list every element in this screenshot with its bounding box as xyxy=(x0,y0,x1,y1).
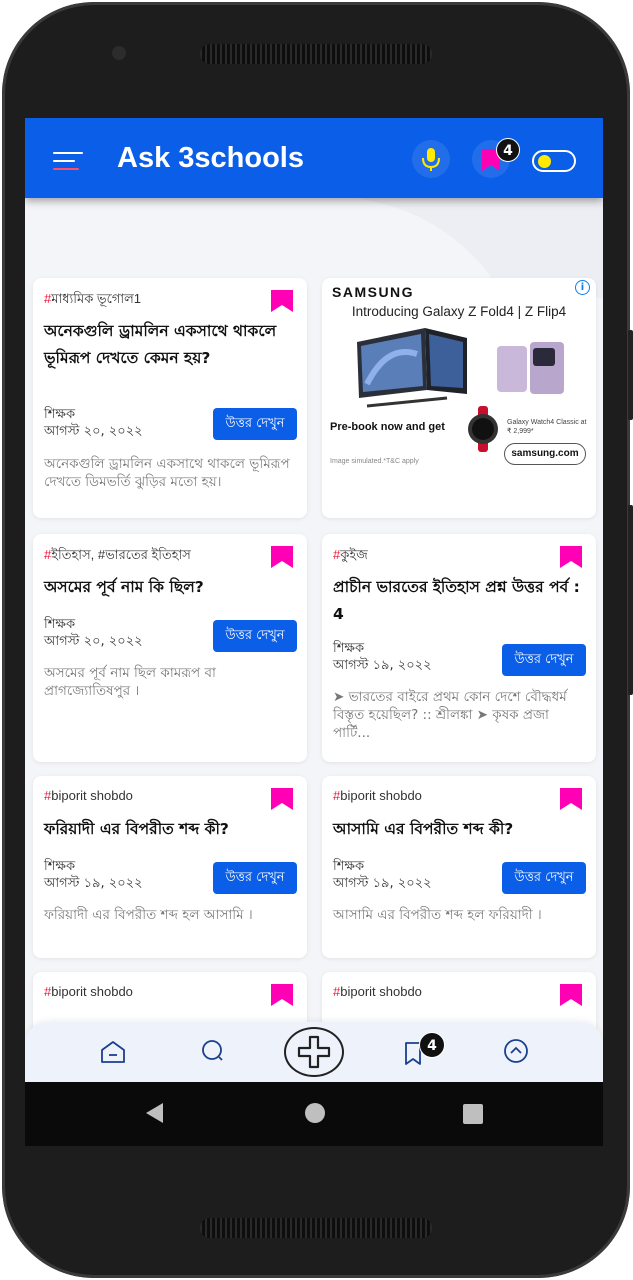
date: আগস্ট ১৯, ২০২২ xyxy=(333,658,432,673)
card-meta: শিক্ষক আগস্ট ১৯, ২০২২ xyxy=(44,858,143,892)
bookmark-icon[interactable] xyxy=(271,546,293,568)
ad-watch-label: Galaxy Watch4 Classic at ₹ 2,999* xyxy=(507,419,587,435)
bookmark-icon[interactable] xyxy=(560,788,582,810)
card-tag[interactable]: #biporit shobdo xyxy=(44,984,133,999)
ad-phones-image xyxy=(357,328,564,408)
earpiece-speaker xyxy=(200,44,432,64)
home-icon[interactable] xyxy=(98,1036,128,1066)
ad-disclaimer: Image simulated.*T&C apply xyxy=(330,458,419,465)
card-meta: শিক্ষক আগস্ট ২০, ২০২২ xyxy=(44,616,143,650)
volume-button xyxy=(628,505,633,695)
date: আগস্ট ১৯, ২০২২ xyxy=(44,876,143,891)
power-button xyxy=(628,330,633,420)
question-title[interactable]: অসমের পূর্ব নাম কি ছিল? xyxy=(44,574,293,601)
answer-excerpt: ➤ ভারতের বাইরে প্রথম কোন দেশে বৌদ্ধধর্ম … xyxy=(333,689,567,741)
date: আগস্ট ২০, ২০২২ xyxy=(44,424,143,439)
ad-card[interactable]: SAMSUNG i Introducing Galaxy Z Fold4 | Z… xyxy=(322,278,596,518)
ad-url-button[interactable]: samsung.com xyxy=(504,443,586,465)
app-screen: Ask 3schools 4 #মাধ্যমিক ভূগোল1 অনেকগুলি… xyxy=(25,118,603,1146)
bookmark-icon[interactable] xyxy=(560,984,582,1006)
bottom-navigation: 4 xyxy=(25,1022,603,1082)
question-title[interactable]: ফরিয়াদী এর বিপরীত শব্দ কী? xyxy=(44,816,293,843)
question-card[interactable]: #biporit shobdo আসামি এর বিপরীত শব্দ কী?… xyxy=(322,776,596,958)
card-meta: শিক্ষক আগস্ট ২০, ২০২২ xyxy=(44,406,143,440)
tag-label: মাধ্যমিক ভূগোল1 xyxy=(51,291,142,306)
tag-label: biporit shobdo xyxy=(51,788,133,803)
card-meta: শিক্ষক আগস্ট ১৯, ২০২২ xyxy=(333,858,432,892)
add-question-button[interactable] xyxy=(284,1027,344,1077)
view-answer-button[interactable]: উত্তর দেখুন xyxy=(213,620,297,652)
front-camera xyxy=(112,46,126,60)
bottom-speaker xyxy=(200,1218,432,1238)
bookmark-icon[interactable] xyxy=(560,546,582,568)
bookmark-icon[interactable] xyxy=(271,984,293,1006)
question-title[interactable]: আসামি এর বিপরীত শব্দ কী? xyxy=(333,816,582,843)
date: আগস্ট ২০, ২০২২ xyxy=(44,634,143,649)
ad-info-icon[interactable]: i xyxy=(575,280,590,295)
question-card[interactable]: #কুইজ প্রাচীন ভারতের ইতিহাস প্রশ্ন উত্তর… xyxy=(322,534,596,762)
bookmark-count-badge: 4 xyxy=(419,1032,445,1058)
theme-toggle[interactable] xyxy=(532,150,576,172)
answer-excerpt: অসমের পূর্ব নাম ছিল কামরূপ বা প্রাগজ্যোত… xyxy=(44,665,216,699)
card-tag[interactable]: #কুইজ xyxy=(333,546,368,567)
question-card[interactable]: #biporit shobdo ফরিয়াদী এর বিপরীত শব্দ … xyxy=(33,776,307,958)
tag-label: ইতিহাস, #ভারতের ইতিহাস xyxy=(51,547,191,562)
tag-label: biporit shobdo xyxy=(51,984,133,999)
add-icon xyxy=(297,1035,331,1069)
author: শিক্ষক xyxy=(333,859,365,874)
app-bar: Ask 3schools 4 xyxy=(25,118,603,198)
bookmark-icon[interactable] xyxy=(271,290,293,312)
answer-excerpt: অনেকগুলি ড্রামলিন একসাথে থাকলে ভূমিরূপ দ… xyxy=(44,456,290,490)
bookmark-count-badge: 4 xyxy=(496,138,520,162)
answer-excerpt: ফরিয়াদী এর বিপরীত শব্দ হল আসামি । xyxy=(44,907,253,923)
card-tag[interactable]: #মাধ্যমিক ভূগোল1 xyxy=(44,290,141,311)
microphone-icon[interactable] xyxy=(412,140,450,178)
tag-label: কুইজ xyxy=(340,547,368,562)
bookmark-icon[interactable] xyxy=(271,788,293,810)
date: আগস্ট ১৯, ২০২২ xyxy=(333,876,432,891)
view-answer-button[interactable]: উত্তর দেখুন xyxy=(213,862,297,894)
system-navigation-bar xyxy=(25,1082,603,1146)
ad-prebook-text: Pre-book now and get xyxy=(330,421,445,433)
card-tag[interactable]: #biporit shobdo xyxy=(333,984,422,999)
ad-watch-image xyxy=(468,406,498,452)
view-answer-button[interactable]: উত্তর দেখুন xyxy=(502,644,586,676)
tag-label: biporit shobdo xyxy=(340,984,422,999)
answer-excerpt: আসামি এর বিপরীত শব্দ হল ফরিয়াদী । xyxy=(333,907,542,923)
scroll-top-icon[interactable] xyxy=(501,1036,531,1066)
app-title: Ask 3schools xyxy=(117,142,304,174)
author: শিক্ষক xyxy=(44,859,76,874)
ad-headline: Introducing Galaxy Z Fold4 | Z Flip4 xyxy=(351,304,567,319)
tag-label: biporit shobdo xyxy=(340,788,422,803)
author: শিক্ষক xyxy=(44,617,76,632)
search-icon[interactable] xyxy=(198,1036,228,1066)
card-tag[interactable]: #biporit shobdo xyxy=(44,788,133,803)
home-circle-icon[interactable] xyxy=(305,1103,325,1123)
question-title[interactable]: প্রাচীন ভারতের ইতিহাস প্রশ্ন উত্তর পর্ব … xyxy=(333,574,582,628)
card-meta: শিক্ষক আগস্ট ১৯, ২০২২ xyxy=(333,640,432,674)
toggle-knob xyxy=(538,155,551,168)
hamburger-menu-icon[interactable] xyxy=(53,152,83,172)
question-card[interactable]: #মাধ্যমিক ভূগোল1 অনেকগুলি ড্রামলিন একসাথ… xyxy=(33,278,307,518)
author: শিক্ষক xyxy=(44,407,76,422)
back-icon[interactable] xyxy=(145,1102,165,1124)
ad-brand: SAMSUNG xyxy=(332,284,415,300)
author: শিক্ষক xyxy=(333,641,365,656)
view-answer-button[interactable]: উত্তর দেখুন xyxy=(502,862,586,894)
recents-icon[interactable] xyxy=(463,1104,483,1124)
card-tag[interactable]: #biporit shobdo xyxy=(333,788,422,803)
question-title[interactable]: অনেকগুলি ড্রামলিন একসাথে থাকলে ভূমিরূপ দ… xyxy=(44,318,293,372)
question-card[interactable]: #ইতিহাস, #ভারতের ইতিহাস অসমের পূর্ব নাম … xyxy=(33,534,307,762)
view-answer-button[interactable]: উত্তর দেখুন xyxy=(213,408,297,440)
card-tag[interactable]: #ইতিহাস, #ভারতের ইতিহাস xyxy=(44,546,191,567)
